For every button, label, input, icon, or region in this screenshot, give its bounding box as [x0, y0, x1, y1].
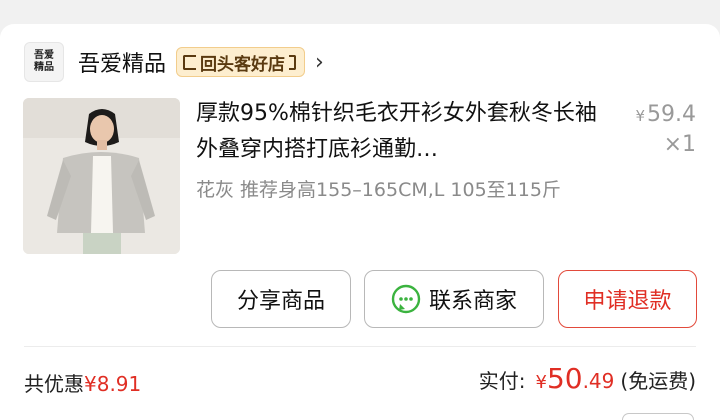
- divider: [24, 346, 696, 347]
- paid-integer: 50: [546, 362, 583, 395]
- product-quantity: ×1: [663, 132, 696, 157]
- request-refund-button[interactable]: 申请退款: [558, 270, 697, 328]
- contact-button-label: 联系商家: [428, 289, 517, 314]
- discount-summary: 共优惠¥8.91: [24, 368, 141, 397]
- product-photo: [23, 98, 180, 254]
- share-button-label: 分享商品: [236, 289, 325, 314]
- shipping-note: (免运费): [620, 369, 696, 393]
- price-currency: ¥: [635, 107, 646, 125]
- shop-logo-line2: 精品: [34, 62, 54, 73]
- product-title[interactable]: 厚款95%棉针织毛衣开衫女外套秋冬长袖外叠穿内搭打底衫通勤…: [196, 96, 606, 168]
- paid-label: 实付:: [478, 369, 526, 393]
- contact-seller-button[interactable]: 联系商家: [364, 270, 544, 328]
- returning-customer-badge: 回头客好店: [176, 47, 306, 77]
- shop-name[interactable]: 吾爱精品: [78, 46, 166, 78]
- paid-decimal: .49: [582, 369, 615, 393]
- paid-summary: 实付: ¥ 50 .49 (免运费): [479, 362, 696, 395]
- product-price: ¥59.4: [635, 102, 696, 127]
- discount-label: 共优惠: [24, 372, 84, 396]
- paid-currency: ¥: [535, 372, 547, 393]
- product-sku: 花灰 推荐身高155–165CM,L 105至115斤: [196, 179, 561, 201]
- discount-amount: ¥8.91: [84, 372, 142, 396]
- chevron-right-icon[interactable]: ›: [315, 50, 324, 75]
- share-product-button[interactable]: 分享商品: [211, 270, 351, 328]
- product-thumbnail[interactable]: [23, 98, 180, 254]
- next-button-edge[interactable]: [622, 413, 694, 420]
- refund-button-label: 申请退款: [583, 289, 672, 314]
- badge-label: 回头客好店: [200, 54, 286, 75]
- badge-bracket-icon: [183, 54, 197, 70]
- shop-logo-line1: 吾爱: [34, 50, 54, 61]
- shop-header[interactable]: 吾爱 精品 吾爱精品 回头客好店 ›: [24, 42, 324, 82]
- price-value: 59.4: [647, 102, 696, 127]
- chat-bubble-icon: [391, 284, 421, 314]
- shop-logo: 吾爱 精品: [24, 42, 64, 82]
- badge-bracket-icon: [289, 54, 297, 70]
- order-card: 吾爱 精品 吾爱精品 回头客好店 › 厚款95%棉针织毛衣开衫女外套秋冬长袖外叠…: [0, 24, 720, 420]
